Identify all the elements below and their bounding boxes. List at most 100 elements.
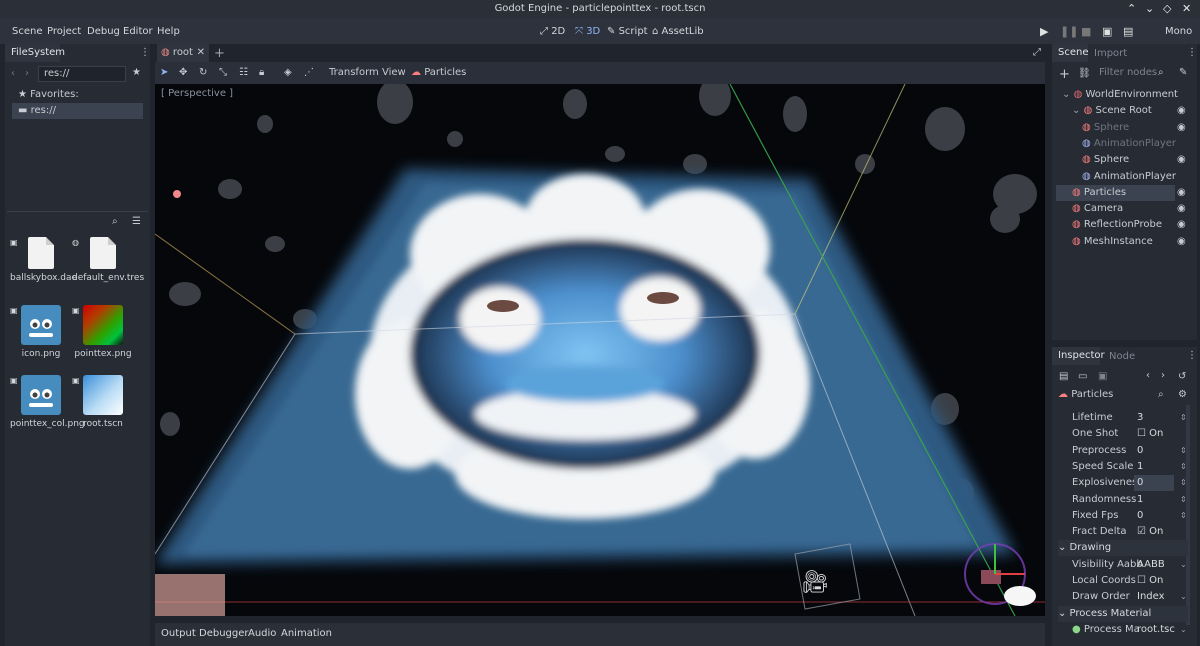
select-tool-icon[interactable]: ➤ — [160, 67, 168, 78]
stop-button[interactable]: ■ — [1081, 25, 1091, 38]
mode-script-button[interactable]: ✎ Script — [607, 26, 648, 37]
close-window-button[interactable]: ✕ — [1182, 2, 1191, 15]
property-value[interactable]: 3 — [1137, 410, 1143, 426]
tab-output[interactable]: Output — [161, 628, 196, 639]
mode-assetlib-button[interactable]: ⌂ AssetLib — [652, 26, 704, 37]
property-value[interactable]: 1 — [1137, 492, 1143, 508]
file-ballskybox[interactable]: ▣ ballskybox.dae — [10, 237, 77, 284]
list-select-icon[interactable]: ☷ — [239, 67, 248, 78]
spinner-icon[interactable]: ⇕ — [1180, 508, 1187, 524]
property-randomness[interactable]: Randomness 1 ⇕ — [1058, 492, 1188, 508]
3d-viewport[interactable]: 🎥︎ [ Perspective ] — [155, 84, 1045, 616]
distraction-free-icon[interactable]: ⤢ — [1033, 47, 1041, 58]
script-icon[interactable]: ✎ — [1179, 67, 1187, 78]
search-icon[interactable]: ⌕ — [1158, 389, 1164, 400]
spinner-icon[interactable]: ⇕ — [1180, 459, 1187, 475]
camera-gizmo-icon[interactable]: 🎥︎ — [801, 570, 829, 595]
menu-debug[interactable]: Debug — [87, 26, 120, 37]
tab-debugger[interactable]: Debugger — [199, 628, 249, 639]
expand-arrow-icon[interactable]: ⌄ — [1062, 89, 1074, 100]
property-local-coords[interactable]: Local Coords ☐ On — [1058, 573, 1188, 589]
forward-icon[interactable]: › — [25, 68, 29, 79]
property-value[interactable]: root.tsc — [1137, 622, 1175, 638]
scene-node-animationplayer[interactable]: ◍ AnimationPlayer — [1056, 136, 1176, 152]
add-tab-icon[interactable]: + — [214, 46, 225, 61]
scene-node-animationplayer[interactable]: ◍ AnimationPlayer — [1056, 169, 1176, 185]
res-root-row[interactable]: ▬ res:// — [12, 103, 143, 119]
file-pointtex-col[interactable]: ▣ pointtex_col.png — [10, 375, 85, 430]
visibility-eye-icon[interactable]: ◉ — [1177, 219, 1186, 230]
maximize-button[interactable]: ◇ — [1163, 2, 1171, 15]
scene-node-sphere[interactable]: ◍ Sphere — [1056, 120, 1175, 136]
property-draw-order[interactable]: Draw Order Index ⌄ — [1058, 589, 1188, 605]
tab-audio[interactable]: Audio — [248, 628, 276, 639]
object-properties-icon[interactable]: ⚙ — [1178, 389, 1187, 400]
menu-scene[interactable]: Scene — [12, 26, 43, 37]
tab-animation[interactable]: Animation — [281, 628, 332, 639]
play-scene-button[interactable]: ▣ — [1102, 25, 1112, 38]
dropdown-arrow-icon[interactable]: ⌄ — [1180, 589, 1187, 605]
view-menu[interactable]: View — [382, 67, 406, 78]
history-icon[interactable]: ↺ — [1178, 371, 1186, 382]
dock-menu-icon[interactable]: ⋮ — [140, 47, 150, 58]
property-one-shot[interactable]: One Shot ☐ On — [1058, 426, 1188, 442]
menu-project[interactable]: Project — [47, 26, 81, 37]
property-checkbox[interactable]: ☐ On — [1137, 426, 1163, 442]
scene-tab-root[interactable]: ◍ root ✕ — [157, 44, 209, 62]
pause-button[interactable]: ❚❚ — [1060, 25, 1078, 38]
mode-2d-button[interactable]: ⤢ 2D — [540, 26, 565, 37]
scale-tool-icon[interactable]: ⤡ — [219, 67, 227, 78]
section-process-material[interactable]: ⌄ Process Material — [1058, 605, 1188, 622]
inspected-object[interactable]: ☁ Particles — [1058, 387, 1113, 403]
search-icon[interactable]: ⌕ — [112, 216, 118, 227]
rotate-tool-icon[interactable]: ↻ — [199, 67, 207, 78]
expand-arrow-icon[interactable]: ⌄ — [1072, 105, 1084, 116]
play-custom-scene-button[interactable]: ▤ — [1123, 25, 1133, 38]
file-root-tscn[interactable]: ▣ root.tscn — [72, 375, 134, 430]
history-back-icon[interactable]: ‹ — [1146, 370, 1150, 381]
history-forward-icon[interactable]: › — [1161, 370, 1165, 381]
menu-help[interactable]: Help — [157, 26, 180, 37]
particles-menu[interactable]: ☁ Particles — [411, 67, 466, 78]
visibility-eye-icon[interactable]: ◉ — [1177, 187, 1186, 198]
spinner-icon[interactable]: ⇕ — [1180, 492, 1187, 508]
move-tool-icon[interactable]: ✥ — [179, 67, 187, 78]
lock-icon[interactable]: 🔒︎ — [259, 67, 264, 78]
favorites-row[interactable]: ★ Favorites: — [18, 87, 79, 103]
spinner-icon[interactable]: ⇕ — [1180, 410, 1187, 426]
tab-import[interactable]: Import — [1094, 48, 1127, 59]
file-search-input[interactable] — [8, 214, 126, 230]
property-fract-delta[interactable]: Fract Delta ☑ On — [1058, 524, 1188, 540]
scene-node-particles[interactable]: ◍ Particles — [1056, 184, 1175, 201]
tab-filesystem[interactable]: FileSystem — [5, 44, 65, 62]
scene-node-scene-root[interactable]: ⌄ ◍ Scene Root — [1056, 103, 1175, 119]
visibility-eye-icon[interactable]: ◉ — [1177, 236, 1186, 247]
tab-scene[interactable]: Scene — [1052, 44, 1089, 62]
back-icon[interactable]: ‹ — [11, 68, 15, 79]
transform-menu[interactable]: Transform — [329, 67, 379, 78]
file-pointtex[interactable]: ▣ pointtex.png — [72, 305, 134, 360]
mono-build-menu[interactable]: Mono — [1165, 26, 1192, 37]
new-resource-icon[interactable]: ▤ — [1059, 371, 1068, 382]
scene-node-worldenvironment[interactable]: ⌄ ◍ WorldEnvironment — [1056, 87, 1178, 103]
filesystem-path-input[interactable]: res:// — [38, 66, 126, 82]
visibility-eye-icon[interactable]: ◉ — [1177, 122, 1186, 133]
menu-editor[interactable]: Editor — [123, 26, 153, 37]
mode-3d-button[interactable]: ⤧ 3D — [575, 26, 600, 37]
light-gizmo[interactable] — [173, 190, 181, 198]
property-speed-scale[interactable]: Speed Scale 1 ⇕ — [1058, 459, 1188, 475]
spinner-icon[interactable]: ⇕ — [1180, 475, 1187, 491]
property-value[interactable]: 0 — [1137, 443, 1143, 459]
dock-menu-icon[interactable]: ⋮ — [1187, 47, 1197, 58]
property-explosiveness[interactable]: Explosiveness 0 ⇕ — [1058, 475, 1188, 492]
link-icon[interactable]: ⛓︎ — [1078, 68, 1091, 79]
play-button[interactable]: ▶ — [1040, 25, 1048, 38]
dock-menu-icon[interactable]: ⋮ — [1187, 350, 1197, 361]
add-node-icon[interactable]: + — [1059, 67, 1070, 82]
property-fixed-fps[interactable]: Fixed Fps 0 ⇕ — [1058, 508, 1188, 524]
tab-inspector[interactable]: Inspector — [1052, 347, 1105, 365]
perspective-label[interactable]: [ Perspective ] — [161, 88, 233, 99]
property-checkbox[interactable]: ☐ On — [1137, 573, 1163, 589]
save-resource-icon[interactable]: ▣ — [1098, 371, 1107, 382]
window-shade-up-button[interactable]: ⌃ — [1127, 2, 1136, 15]
